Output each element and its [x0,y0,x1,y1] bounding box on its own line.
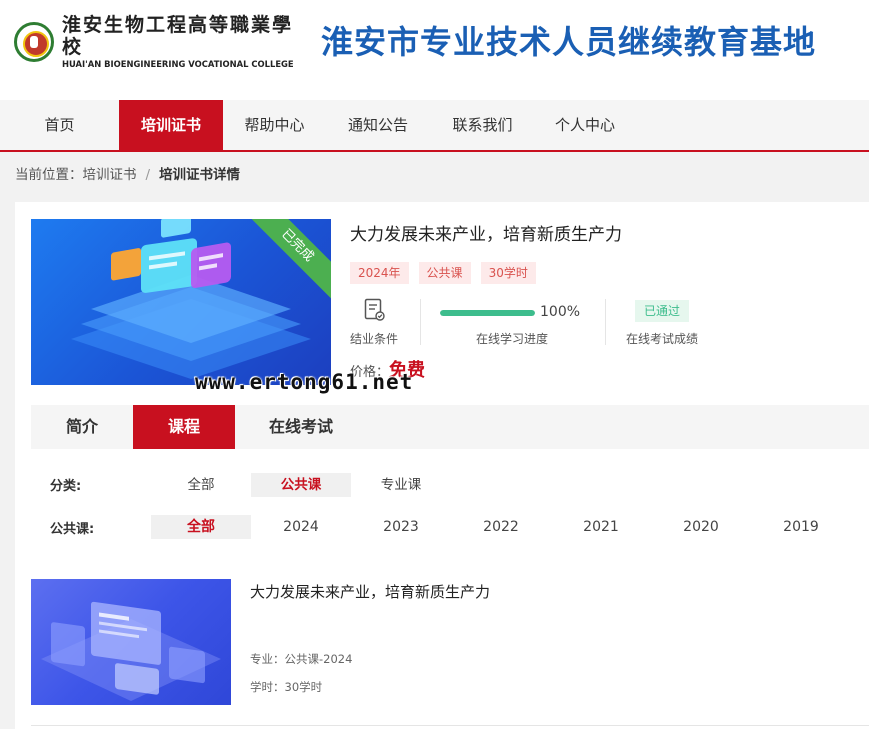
tag-hours: 30学时 [480,262,536,284]
learning-progress-fill [440,310,535,316]
exam-score-label: 在线考试成绩 [626,332,699,346]
list-divider [31,725,869,726]
course-title: 大力发展未来产业，培育新质生产力 [350,225,622,245]
watermark-text: www.ertong61.net [195,370,414,394]
course-item-thumbnail[interactable] [31,579,231,705]
breadcrumb: 当前位置：培训证书 / 培训证书详情 [15,163,240,183]
tab-intro[interactable]: 简介 [31,405,133,449]
course-tags: 2024年 公共课 30学时 [350,262,536,284]
completion-condition[interactable]: 结业条件 [350,294,420,354]
nav-item-certificates[interactable]: 培训证书 [119,100,223,150]
nav-item-profile[interactable]: 个人中心 [535,100,635,150]
site-header: 淮安生物工程高等職業學校 HUAI'AN BIOENGINEERING VOCA… [0,0,869,100]
tag-year: 2024年 [350,262,409,284]
stat-divider [605,299,606,345]
nav-item-home[interactable]: 首页 [0,100,119,150]
year-option-2021[interactable]: 2021 [551,515,651,539]
nav-item-notices[interactable]: 通知公告 [326,100,430,150]
nav-item-help[interactable]: 帮助中心 [223,100,326,150]
course-item-major: 专业：公共课-2024 [250,652,353,666]
course-item-hours: 学时：30学时 [250,680,323,694]
category-option-professional[interactable]: 专业课 [351,473,451,497]
course-banner-image: 已完成 [31,219,331,385]
logo-chinese-name: 淮安生物工程高等職業學校 [62,14,294,58]
course-item-title[interactable]: 大力发展未来产业，培育新质生产力 [250,581,490,602]
document-illustration [41,601,221,701]
tab-online-exam[interactable]: 在线考试 [235,405,367,449]
year-option-2019[interactable]: 2019 [751,515,851,539]
year-option-2020[interactable]: 2020 [651,515,751,539]
nav-item-contact[interactable]: 联系我们 [430,100,535,150]
stat-divider [420,299,421,345]
main-nav: 首页 培训证书 帮助中心 通知公告 联系我们 个人中心 [0,100,869,152]
completion-condition-label: 结业条件 [350,332,399,346]
tab-courses[interactable]: 课程 [133,405,235,449]
learning-progress-bar [440,310,535,316]
exam-status-badge: 已通过 [635,300,690,322]
certificate-icon [364,298,385,321]
college-logo[interactable]: 淮安生物工程高等職業學校 HUAI'AN BIOENGINEERING VOCA… [14,14,304,69]
breadcrumb-certificates-link[interactable]: 培训证书 [83,167,137,183]
year-option-all[interactable]: 全部 [151,515,251,539]
college-seal-icon [14,22,54,62]
year-option-2023[interactable]: 2023 [351,515,451,539]
breadcrumb-separator: / [145,167,151,183]
category-filter-label: 分类: [50,479,82,494]
year-option-2024[interactable]: 2024 [251,515,351,539]
public-course-filter-label: 公共课: [50,522,95,537]
course-tabs: 简介 课程 在线考试 [31,405,869,449]
course-detail-card: 已完成 大力发展未来产业，培育新质生产力 2024年 公共课 30学时 结业条件… [15,202,869,729]
category-option-all[interactable]: 全部 [151,473,251,497]
year-option-2022[interactable]: 2022 [451,515,551,539]
logo-english-name: HUAI'AN BIOENGINEERING VOCATIONAL COLLEG… [62,59,294,69]
site-title: 淮安市专业技术人员继续教育基地 [321,23,817,61]
category-option-public[interactable]: 公共课 [251,473,351,497]
learning-progress-text: 100% [540,304,581,320]
logo-text: 淮安生物工程高等職業學校 HUAI'AN BIOENGINEERING VOCA… [62,14,304,70]
breadcrumb-prefix: 当前位置： [15,167,83,183]
breadcrumb-current: 培训证书详情 [159,167,241,183]
tag-type: 公共课 [418,262,471,284]
learning-progress-label: 在线学习进度 [476,332,549,346]
